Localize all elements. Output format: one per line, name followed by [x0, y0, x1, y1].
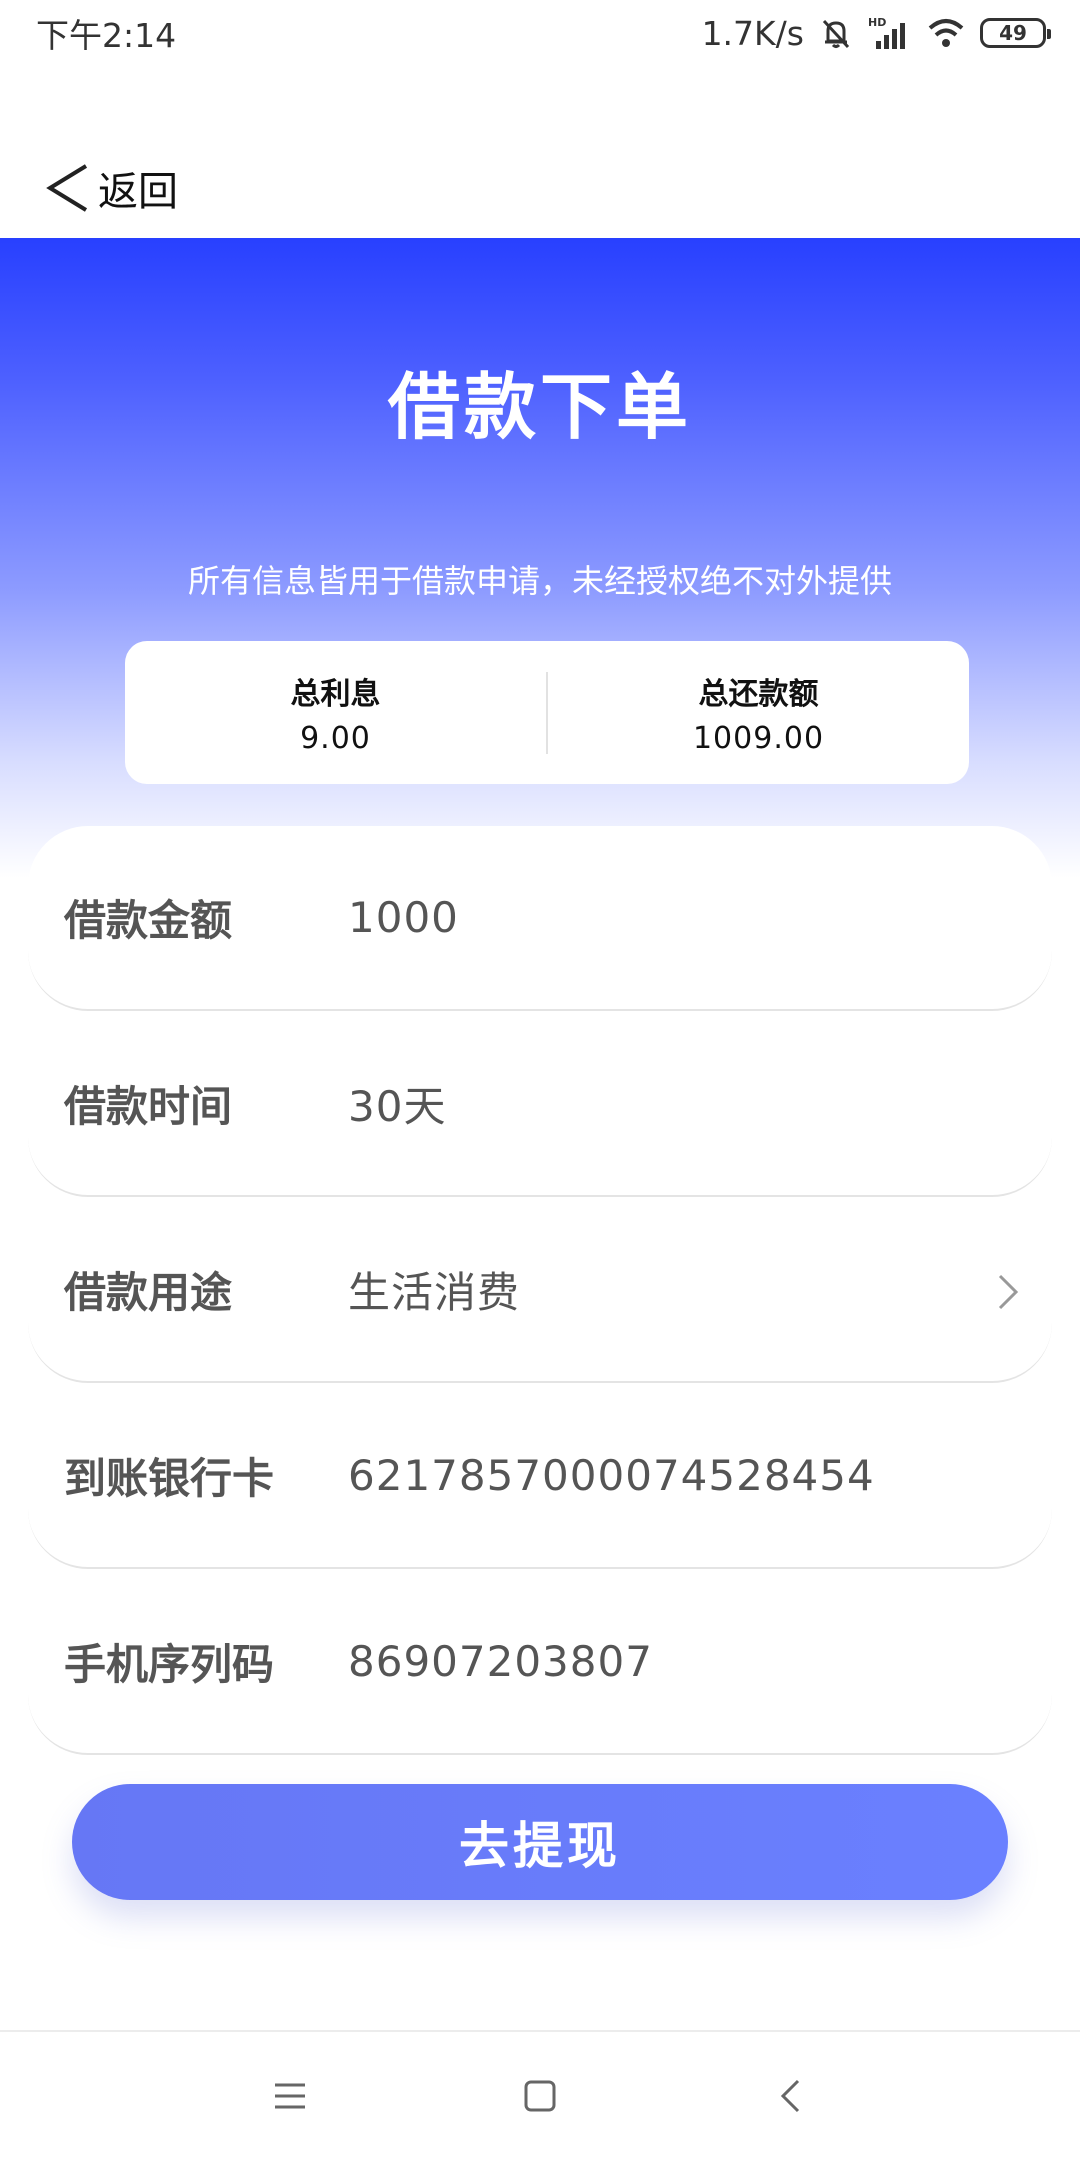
interest-value: 9.00	[300, 721, 371, 756]
status-time: 下午2:14	[36, 16, 177, 55]
battery-icon: 49	[980, 18, 1051, 48]
form-row-bank-card[interactable]: 到账银行卡 6217857000074528454	[28, 1384, 1052, 1569]
hd-signal-icon: HD	[868, 16, 905, 49]
form-row-amount[interactable]: 借款金额 1000	[28, 826, 1052, 1011]
amount-label: 借款金额	[64, 896, 233, 945]
nav-bar: 返回	[0, 140, 1080, 236]
system-nav-bar	[0, 2030, 1080, 2160]
back-label: 返回	[98, 169, 178, 215]
total-summary: 总还款额 1009.00	[548, 669, 969, 756]
home-button[interactable]	[510, 2066, 570, 2126]
back-button[interactable]: 返回	[44, 159, 178, 217]
purpose-value[interactable]: 生活消费	[348, 1259, 988, 1320]
status-icons: 1.7K/s HD 49	[701, 13, 1051, 53]
chevron-left-icon	[46, 164, 88, 212]
amount-value[interactable]: 1000	[348, 893, 988, 942]
total-label: 总还款额	[698, 677, 819, 712]
bank-card-value[interactable]: 6217857000074528454	[348, 1451, 988, 1500]
serial-label: 手机序列码	[64, 1640, 275, 1689]
loan-form: 借款金额 1000 借款时间 30天 借款用途 生活消费 到账银行卡 62178…	[28, 826, 1052, 1755]
summary-card: 总利息 9.00 总还款额 1009.00	[125, 641, 969, 784]
network-speed: 1.7K/s	[701, 13, 804, 53]
purpose-label: 借款用途	[64, 1268, 233, 1317]
chevron-right-icon[interactable]	[996, 1272, 1020, 1312]
mute-bell-icon	[822, 19, 850, 49]
form-row-serial[interactable]: 手机序列码 86907203807	[28, 1570, 1052, 1755]
battery-level: 49	[999, 21, 1027, 45]
status-bar: 下午2:14 1.7K/s HD 49	[0, 0, 1080, 66]
withdraw-button[interactable]: 去提现	[72, 1784, 1008, 1900]
bank-card-label: 到账银行卡	[64, 1454, 275, 1503]
home-square-icon	[524, 2080, 556, 2112]
page: 下午2:14 1.7K/s HD 49 返回 借款下单 所有信息皆用于借款申请，…	[0, 0, 1080, 2160]
total-value: 1009.00	[692, 721, 825, 756]
serial-value[interactable]: 86907203807	[348, 1637, 988, 1686]
form-row-duration[interactable]: 借款时间 30天	[28, 1012, 1052, 1197]
duration-value[interactable]: 30天	[348, 1073, 988, 1134]
menu-button[interactable]	[260, 2066, 320, 2126]
page-title: 借款下单	[387, 365, 692, 449]
system-back-button[interactable]	[760, 2066, 820, 2126]
wifi-icon	[928, 19, 964, 47]
interest-label: 总利息	[290, 677, 381, 712]
svg-text:HD: HD	[868, 16, 886, 29]
duration-label: 借款时间	[64, 1082, 233, 1131]
privacy-note: 所有信息皆用于借款申请，未经授权绝不对外提供	[187, 562, 892, 600]
back-triangle-icon	[780, 2079, 800, 2113]
form-row-purpose[interactable]: 借款用途 生活消费	[28, 1198, 1052, 1383]
menu-icon	[275, 2083, 305, 2109]
interest-summary: 总利息 9.00	[125, 669, 546, 756]
